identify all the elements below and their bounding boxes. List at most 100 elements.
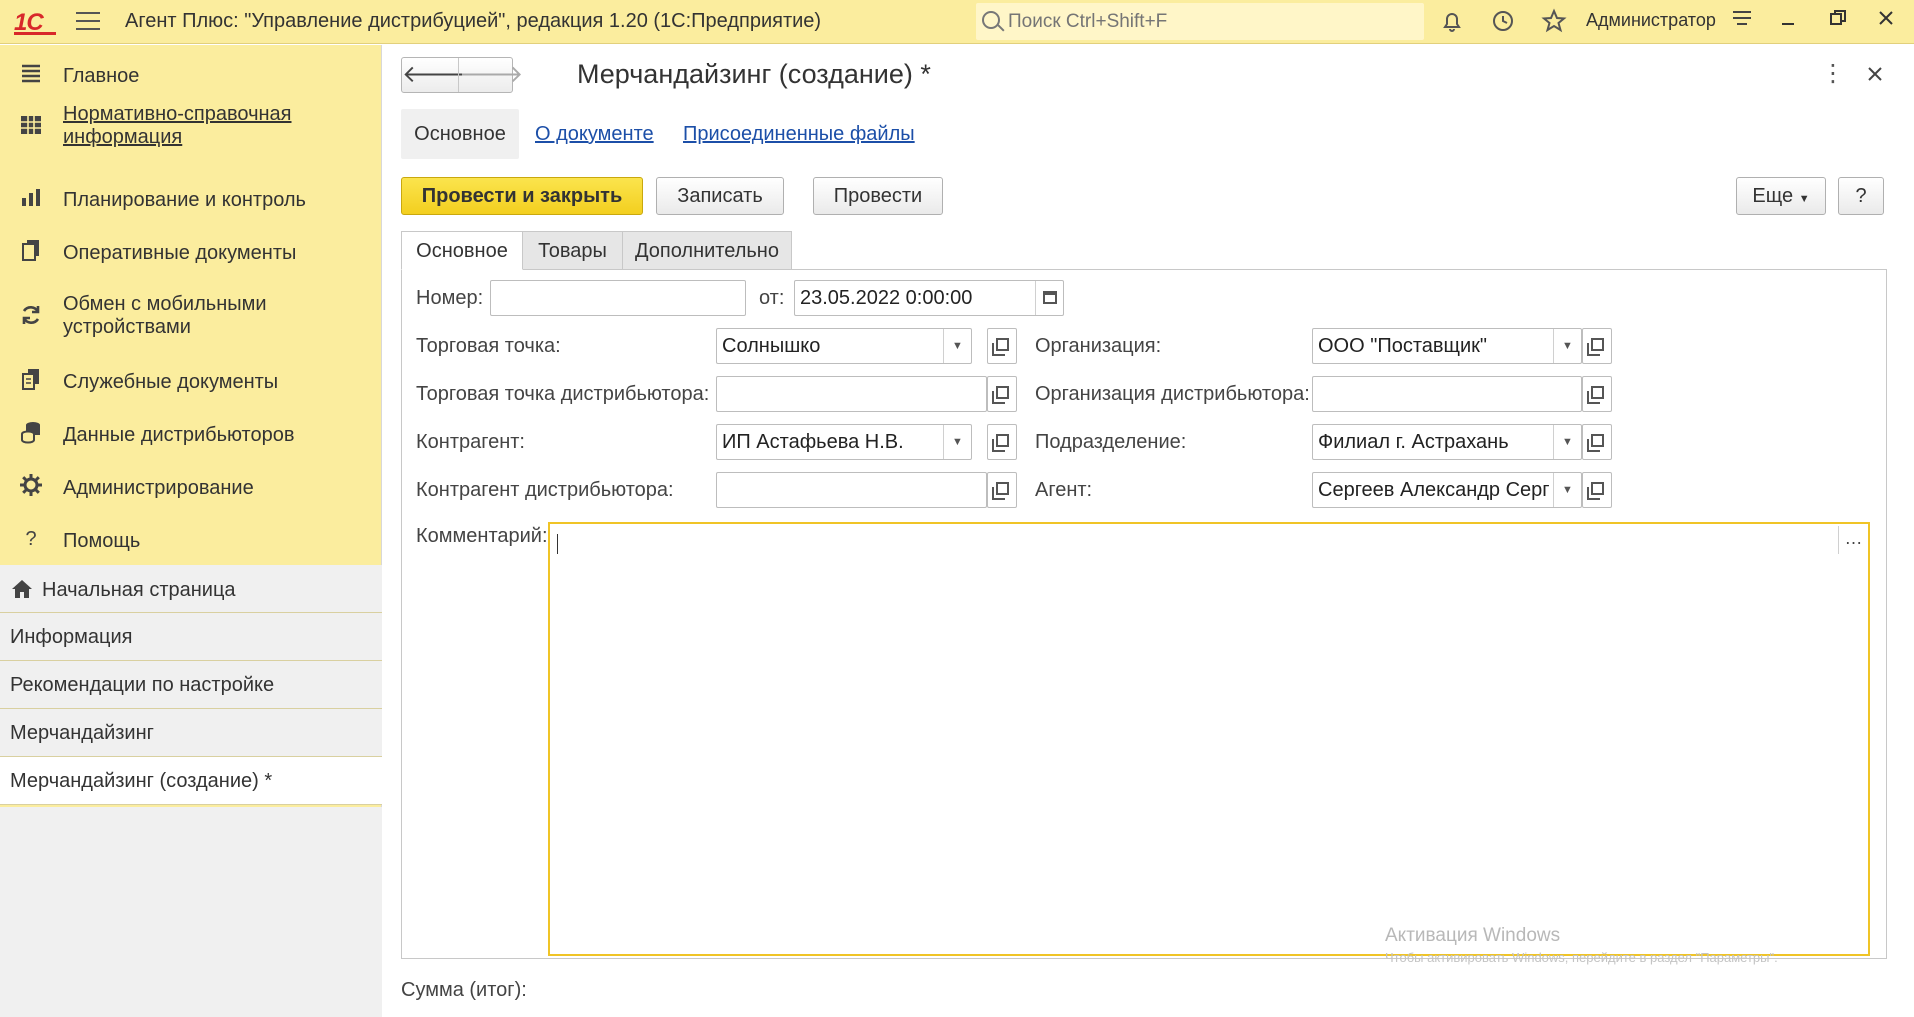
user-name[interactable]: Администратор: [1586, 10, 1716, 31]
open-window-merchandising-new[interactable]: Мерчандайзинг (создание) *: [0, 757, 382, 805]
distributor-outlet-field[interactable]: [716, 376, 987, 412]
service-documents-icon: [18, 367, 44, 393]
calendar-icon[interactable]: [1035, 281, 1063, 315]
search-icon: [982, 11, 1000, 29]
open-window-info[interactable]: Информация: [0, 613, 382, 661]
star-icon[interactable]: [1539, 8, 1569, 36]
contractor-value: ИП Астафьева Н.В.: [722, 431, 904, 453]
open-division-button[interactable]: [1582, 424, 1612, 460]
open-outlet-button[interactable]: [987, 328, 1017, 364]
app-logo-underline: [14, 32, 56, 35]
section-tab-files[interactable]: Присоединенные файлы: [683, 109, 915, 159]
open-link-icon: [992, 386, 1009, 404]
distributor-contractor-field[interactable]: [716, 472, 987, 508]
dropdown-arrow-icon[interactable]: ▼: [943, 329, 971, 363]
history-icon[interactable]: [1488, 8, 1518, 36]
menu-lines-icon[interactable]: [1726, 6, 1758, 38]
open-window-recommendations[interactable]: Рекомендации по настройке: [0, 661, 382, 709]
sidebar-item-label: Обмен с мобильными устройствами: [63, 293, 267, 338]
open-window-merchandising[interactable]: Мерчандайзинг: [0, 709, 382, 757]
sidebar-item-administration[interactable]: Администрирование: [0, 473, 382, 503]
more-vertical-icon[interactable]: ⋮: [1821, 59, 1845, 88]
sidebar-item-operational-docs[interactable]: Оперативные документы: [0, 238, 382, 268]
open-distributor-outlet-button[interactable]: [987, 376, 1017, 412]
agent-label: Агент:: [1035, 479, 1093, 501]
date-value: 23.05.2022 0:00:00: [800, 287, 973, 309]
more-button[interactable]: Еще ▼: [1736, 177, 1826, 215]
section-tab-about[interactable]: О документе: [535, 109, 654, 159]
open-link-icon: [992, 434, 1009, 452]
search-input[interactable]: [1008, 7, 1408, 36]
save-button[interactable]: Записать: [656, 177, 784, 215]
open-organization-button[interactable]: [1582, 328, 1612, 364]
organization-field[interactable]: ООО "Поставщик" ▼: [1312, 328, 1582, 364]
dropdown-arrow-icon[interactable]: ▼: [1553, 473, 1581, 507]
restore-icon[interactable]: [1822, 6, 1854, 38]
dropdown-arrow-icon[interactable]: ▼: [943, 425, 971, 459]
section-tab-main[interactable]: Основное: [401, 109, 519, 159]
sidebar-item-reference[interactable]: Нормативно-справочная информация: [0, 101, 382, 151]
date-field[interactable]: 23.05.2022 0:00:00: [794, 280, 1064, 316]
division-value: Филиал г. Астрахань: [1318, 431, 1509, 453]
comment-textarea[interactable]: …: [548, 522, 1870, 956]
grid-icon: [18, 113, 44, 139]
sidebar-item-main[interactable]: Главное: [0, 61, 382, 91]
sidebar-empty-area: [0, 807, 382, 1017]
sidebar-item-label: Главное: [63, 65, 140, 87]
help-button[interactable]: ?: [1838, 177, 1884, 215]
app-title: Агент Плюс: "Управление дистрибуцией", р…: [125, 10, 822, 32]
bell-icon[interactable]: [1437, 8, 1467, 36]
dropdown-arrow-icon: ▼: [1798, 193, 1810, 205]
open-window-label: Рекомендации по настройке: [10, 674, 275, 696]
close-form-icon[interactable]: [1865, 57, 1885, 90]
sidebar-item-planning[interactable]: Планирование и контроль: [0, 185, 382, 215]
outlet-field[interactable]: Солнышко ▼: [716, 328, 972, 364]
open-window-label: Информация: [10, 626, 133, 648]
sidebar-item-label: Данные дистрибьюторов: [63, 424, 295, 446]
tab-additional[interactable]: Дополнительно: [622, 231, 792, 270]
back-button[interactable]: 🡐: [402, 58, 466, 92]
dropdown-arrow-icon[interactable]: ▼: [1553, 329, 1581, 363]
agent-value: Сергеев Александр Серг: [1318, 479, 1550, 501]
sync-icon: [18, 303, 44, 329]
close-icon[interactable]: [1870, 6, 1902, 38]
open-window-home[interactable]: Начальная страница: [0, 565, 382, 613]
sidebar-item-label: Служебные документы: [63, 371, 279, 393]
open-link-icon: [1587, 482, 1604, 500]
open-contractor-button[interactable]: [987, 424, 1017, 460]
minimize-icon[interactable]: [1772, 6, 1804, 38]
open-agent-button[interactable]: [1582, 472, 1612, 508]
number-field[interactable]: [490, 280, 746, 316]
post-and-close-button[interactable]: Провести и закрыть: [401, 177, 643, 215]
post-button[interactable]: Провести: [813, 177, 943, 215]
agent-field[interactable]: Сергеев Александр Серг ▼: [1312, 472, 1582, 508]
open-distributor-contractor-button[interactable]: [987, 472, 1017, 508]
document-form: 🡐 🡒 Мерчандайзинг (создание) * ⋮ Основно…: [383, 45, 1914, 1017]
sidebar-item-help[interactable]: ? Помощь: [0, 526, 382, 556]
forward-button[interactable]: 🡒: [458, 58, 523, 92]
windows-activation-title: Активация Windows: [1385, 925, 1561, 946]
history-nav: 🡐 🡒: [401, 57, 523, 93]
tab-main[interactable]: Основное: [401, 231, 523, 270]
question-icon: ?: [25, 528, 37, 550]
search-box[interactable]: [976, 3, 1424, 40]
division-field[interactable]: Филиал г. Астрахань ▼: [1312, 424, 1582, 460]
sidebar-item-distributor-data[interactable]: Данные дистрибьюторов: [0, 420, 382, 450]
ellipsis-icon[interactable]: …: [1838, 526, 1868, 554]
open-distributor-organization-button[interactable]: [1582, 376, 1612, 412]
dropdown-arrow-icon[interactable]: ▼: [1553, 425, 1581, 459]
outlet-value: Солнышко: [722, 335, 821, 357]
tab-goods[interactable]: Товары: [522, 231, 623, 270]
main-menu-icon[interactable]: [76, 12, 100, 32]
number-label: Номер:: [416, 287, 484, 309]
sidebar-item-service-docs[interactable]: Служебные документы: [0, 367, 382, 397]
distributor-organization-field[interactable]: [1312, 376, 1582, 412]
sidebar-item-mobile-exchange[interactable]: Обмен с мобильными устройствами: [0, 291, 382, 341]
distributor-outlet-label: Торговая точка дистрибьютора:: [416, 383, 710, 405]
date-label: от:: [759, 287, 785, 309]
open-link-icon: [992, 482, 1009, 500]
distributor-contractor-label: Контрагент дистрибьютора:: [416, 479, 674, 501]
open-window-label: Мерчандайзинг: [10, 722, 154, 744]
contractor-field[interactable]: ИП Астафьева Н.В. ▼: [716, 424, 972, 460]
title-bar: 1С Агент Плюс: "Управление дистрибуцией"…: [0, 0, 1914, 44]
